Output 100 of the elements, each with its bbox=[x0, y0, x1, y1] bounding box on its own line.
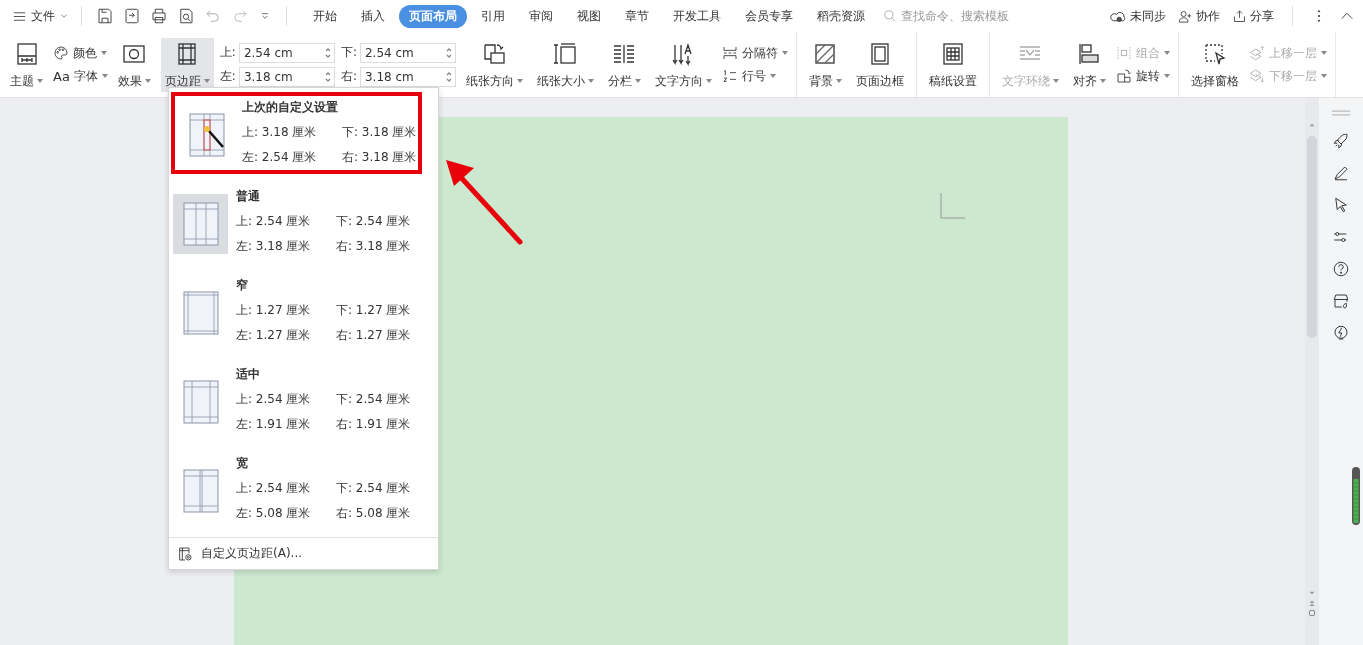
field-label: 右: bbox=[340, 68, 357, 85]
page-gear-icon bbox=[177, 545, 193, 562]
preview-icon[interactable] bbox=[177, 7, 195, 25]
margin-field[interactable]: 2.54 cm bbox=[238, 42, 335, 63]
grid-paper-icon bbox=[940, 41, 965, 66]
margin-preset-item[interactable]: 窄 上: 1.27 厘米 下: 1.27 厘米 左: 1.27 厘米 右: 1.27 厘米 bbox=[169, 270, 438, 359]
page-margins-icon bbox=[182, 469, 219, 513]
ribbon-button[interactable]: 页边距 bbox=[160, 37, 214, 92]
margin-preset-item[interactable]: 宽 上: 2.54 厘米 下: 2.54 厘米 左: 5.08 厘米 右: 5.08 厘米 bbox=[169, 448, 438, 537]
hatched-square-icon bbox=[813, 41, 838, 66]
ribbon-button[interactable]: 纸张方向 bbox=[461, 37, 527, 92]
preset-title: 窄 bbox=[236, 277, 249, 294]
search-icon bbox=[883, 9, 897, 23]
preset-title: 宽 bbox=[236, 455, 249, 472]
margin-field[interactable]: 2.54 cm bbox=[359, 42, 456, 63]
ribbon-tab[interactable]: 视图 bbox=[567, 4, 611, 28]
rocket-icon[interactable] bbox=[1332, 132, 1350, 150]
ribbon-tab[interactable]: 开始 bbox=[303, 4, 347, 28]
margin-value: 右: 3.18 厘米 bbox=[336, 238, 412, 255]
margin-value: 上: 1.27 厘米 bbox=[236, 302, 312, 319]
cursor-icon[interactable] bbox=[1332, 196, 1350, 214]
ribbon-button[interactable]: 颜色 bbox=[53, 44, 108, 62]
ribbon-button[interactable]: 分隔符 bbox=[721, 44, 788, 62]
margin-value: 上: 3.18 厘米 bbox=[242, 124, 318, 141]
palette-icon bbox=[53, 45, 69, 61]
pen-icon[interactable] bbox=[1332, 164, 1350, 182]
ribbon-button[interactable]: 效果 bbox=[113, 37, 155, 92]
margin-value: 上: 2.54 厘米 bbox=[236, 391, 312, 408]
spinner-icon bbox=[323, 70, 332, 83]
level-meter-drawing bbox=[1352, 467, 1360, 525]
rotate-icon bbox=[1115, 68, 1132, 84]
ribbon-tab[interactable]: 章节 bbox=[615, 4, 659, 28]
preset-title: 适中 bbox=[236, 366, 261, 383]
ribbon-button[interactable]: 背景 bbox=[804, 37, 846, 92]
print-icon[interactable] bbox=[150, 7, 168, 25]
margin-preset-item[interactable]: 普通 上: 2.54 厘米 下: 2.54 厘米 左: 3.18 厘米 右: 3.18 厘米 bbox=[169, 181, 438, 270]
margin-value: 右: 5.08 厘米 bbox=[336, 505, 412, 522]
ribbon-tab[interactable]: 插入 bbox=[351, 4, 395, 28]
crop-mark bbox=[940, 193, 965, 219]
ribbon-button[interactable]: 主题 bbox=[6, 37, 47, 92]
field-label: 左: bbox=[219, 68, 236, 85]
ribbon-button[interactable]: 选择窗格 bbox=[1186, 37, 1243, 92]
handle-icon[interactable] bbox=[1330, 108, 1352, 118]
ribbon-button[interactable]: 分栏 bbox=[603, 37, 645, 92]
share-icon bbox=[1232, 8, 1247, 24]
ribbon-tab[interactable]: 会员专享 bbox=[735, 4, 803, 28]
ribbon-button[interactable]: 纸张大小 bbox=[532, 37, 598, 92]
store-icon[interactable] bbox=[1332, 292, 1350, 310]
page-rotate-icon bbox=[482, 41, 507, 66]
field-label: 下: bbox=[340, 44, 357, 61]
ribbon-button[interactable]: 页面边框 bbox=[851, 37, 908, 92]
ribbon-button[interactable]: 对齐 bbox=[1068, 37, 1110, 92]
spinner-icon bbox=[444, 46, 453, 59]
margin-value: 下: 3.18 厘米 bbox=[342, 124, 418, 141]
selection-pointer-icon bbox=[1202, 41, 1227, 66]
ribbon-button[interactable]: 行号 bbox=[721, 67, 788, 85]
margin-value: 左: 5.08 厘米 bbox=[236, 505, 312, 522]
page-up-icon bbox=[1307, 598, 1317, 608]
grid-square-icon bbox=[14, 41, 39, 66]
margin-value: 左: 2.54 厘米 bbox=[242, 149, 318, 166]
ribbon-tab[interactable]: 开发工具 bbox=[663, 4, 731, 28]
margin-value: 左: 3.18 厘米 bbox=[236, 238, 312, 255]
margin-value: 左: 1.27 厘米 bbox=[236, 327, 312, 344]
layers-down-icon bbox=[1248, 68, 1265, 84]
field-label: 上: bbox=[219, 44, 236, 61]
custom-margins-item[interactable]: 自定义页边距(A)... bbox=[169, 537, 438, 569]
spinner-icon bbox=[323, 46, 332, 59]
help-icon[interactable] bbox=[1332, 260, 1350, 278]
margin-preset-item[interactable]: 上次的自定义设置 上: 3.18 厘米 下: 3.18 厘米 左: 2.54 厘米 右: 3.18 厘米 bbox=[171, 92, 422, 174]
ribbon-tab[interactable]: 审阅 bbox=[519, 4, 563, 28]
ribbon-button[interactable]: 旋转 bbox=[1115, 67, 1170, 85]
layers-up-icon bbox=[1248, 45, 1265, 61]
line-numbers-icon bbox=[721, 68, 738, 84]
file-menu[interactable]: 文件 bbox=[10, 7, 75, 25]
page-margins-icon bbox=[182, 202, 219, 246]
margin-field[interactable]: 3.18 cm bbox=[238, 66, 335, 87]
export-icon[interactable] bbox=[123, 7, 141, 25]
margin-value: 下: 2.54 厘米 bbox=[336, 480, 412, 497]
ribbon-button[interactable]: 文字方向 bbox=[650, 37, 716, 92]
ribbon-button[interactable]: Aa 字体 bbox=[53, 67, 108, 85]
margin-field[interactable]: 3.18 cm bbox=[359, 66, 456, 87]
spinner-icon bbox=[444, 70, 453, 83]
search-field[interactable]: 查找命令、搜索模板 bbox=[883, 8, 1083, 24]
user-plus-icon bbox=[1178, 8, 1193, 24]
margin-preset-item[interactable]: 适中 上: 2.54 厘米 下: 2.54 厘米 左: 1.91 厘米 右: 1.91 厘米 bbox=[169, 359, 438, 448]
toolbar-button[interactable]: 分享 bbox=[1232, 7, 1274, 25]
page-margins-icon bbox=[182, 291, 219, 335]
ribbon-tab[interactable]: 稻壳资源 bbox=[807, 4, 875, 28]
save-icon[interactable] bbox=[96, 7, 114, 25]
preset-title: 上次的自定义设置 bbox=[242, 99, 339, 116]
ribbon-button[interactable]: 稿纸设置 bbox=[924, 37, 981, 92]
toolbar-button[interactable]: 协作 bbox=[1178, 7, 1220, 25]
margin-value: 下: 1.27 厘米 bbox=[336, 302, 412, 319]
toolbar-button[interactable]: 未同步 bbox=[1110, 7, 1166, 25]
bolt-bulb-icon[interactable] bbox=[1332, 324, 1350, 342]
margin-value: 右: 1.27 厘米 bbox=[336, 327, 412, 344]
scrollbar[interactable] bbox=[1305, 98, 1319, 645]
page-size-icon bbox=[553, 41, 578, 66]
ribbon-tab[interactable]: 引用 bbox=[471, 4, 515, 28]
margin-value: 右: 1.91 厘米 bbox=[336, 416, 412, 433]
